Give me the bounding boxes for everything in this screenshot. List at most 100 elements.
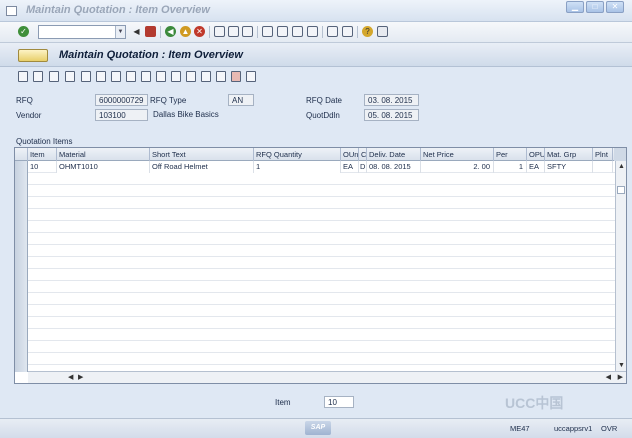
table-row[interactable] [28, 353, 615, 365]
col-material[interactable]: Material [57, 148, 150, 161]
cell-oun[interactable]: EA [341, 161, 359, 173]
status-transaction[interactable]: ME47 [507, 423, 533, 435]
copy-icon[interactable] [96, 71, 106, 82]
col-mat-grp[interactable]: Mat. Grp [545, 148, 593, 161]
col-net-price[interactable]: Net Price [421, 148, 494, 161]
scroll-right-icon[interactable]: ▶ [618, 373, 623, 383]
table-row[interactable] [28, 317, 615, 329]
scroll-right-small-icon[interactable]: ▶ [78, 373, 83, 383]
col-per[interactable]: Per [494, 148, 527, 161]
scroll-left-end-icon[interactable]: ◀ [606, 373, 611, 383]
cell-opu[interactable]: EA [527, 161, 545, 173]
table-row[interactable] [28, 173, 615, 185]
minimize-button[interactable]: ▁ [566, 1, 584, 13]
toolbar-separator [357, 26, 358, 38]
print-preview-icon[interactable] [141, 71, 151, 82]
status-bar: SAP ME47 uccappsrv1 OVR [0, 418, 632, 438]
maximize-button[interactable]: □ [586, 1, 604, 13]
table-row[interactable] [28, 221, 615, 233]
messages-icon[interactable] [186, 71, 196, 82]
cell-mat-grp[interactable]: SFTY [545, 161, 593, 173]
help-icon[interactable]: ? [362, 26, 373, 37]
back-icon[interactable]: ◀ [165, 26, 176, 37]
table-header: Item Material Short Text RFQ Quantity OU… [15, 148, 626, 161]
cell-per[interactable]: 1 [494, 161, 527, 173]
vertical-scrollbar[interactable]: ▲ ▼ [615, 161, 626, 372]
table-row[interactable] [28, 257, 615, 269]
first-page-icon[interactable] [262, 26, 273, 37]
table-row[interactable] [28, 197, 615, 209]
settings-icon[interactable] [246, 71, 256, 82]
col-c[interactable]: C [359, 148, 367, 161]
layout-icon[interactable] [377, 26, 388, 37]
table-row[interactable] [28, 185, 615, 197]
cancel-icon[interactable]: ✕ [194, 26, 205, 37]
chevron-down-icon[interactable]: ▼ [115, 26, 125, 38]
deselect-icon[interactable] [126, 71, 136, 82]
table-settings-icon[interactable] [614, 148, 626, 161]
table-row[interactable] [28, 305, 615, 317]
col-rfq-quantity[interactable]: RFQ Quantity [254, 148, 341, 161]
menu-button[interactable] [18, 49, 48, 62]
overview-icon[interactable] [18, 71, 28, 82]
find-icon[interactable] [228, 26, 239, 37]
item-position-label: Item [275, 398, 291, 407]
col-deliv-date[interactable]: Deliv. Date [367, 148, 421, 161]
cell-short-text[interactable]: Off Road Helmet [150, 161, 254, 173]
table-row[interactable] [28, 341, 615, 353]
cell-item[interactable]: 10 [28, 161, 57, 173]
select-all-icon[interactable] [111, 71, 121, 82]
enter-icon[interactable]: ✓ [18, 26, 29, 37]
table-row[interactable] [28, 233, 615, 245]
header-details-icon[interactable] [33, 71, 43, 82]
table-row[interactable] [28, 293, 615, 305]
item-details-icon[interactable] [49, 71, 59, 82]
vendor-icon[interactable] [216, 71, 226, 82]
command-field[interactable]: ▼ [38, 25, 126, 39]
next-page-icon[interactable] [292, 26, 303, 37]
col-item[interactable]: Item [28, 148, 57, 161]
edit-icon[interactable] [201, 71, 211, 82]
save-icon[interactable] [145, 26, 156, 37]
table-row[interactable] [28, 209, 615, 221]
status-mode[interactable]: OVR [598, 423, 620, 435]
select-all-rows[interactable] [15, 148, 28, 161]
scroll-down-icon[interactable]: ▼ [618, 361, 625, 371]
table-row[interactable] [28, 329, 615, 341]
table-row[interactable] [28, 245, 615, 257]
shortcut-icon[interactable] [342, 26, 353, 37]
conditions-icon[interactable] [171, 71, 181, 82]
new-item-icon[interactable] [65, 71, 75, 82]
texts-icon[interactable] [156, 71, 166, 82]
row-selector-column[interactable] [15, 161, 28, 372]
cell-rfq-quantity[interactable]: 1 [254, 161, 341, 173]
scroll-up-icon[interactable]: ▲ [618, 162, 625, 172]
col-opu[interactable]: OPU [527, 148, 545, 161]
scroll-left-icon[interactable]: ◀ [68, 373, 73, 383]
last-page-icon[interactable] [307, 26, 318, 37]
exit-icon[interactable]: ▲ [180, 26, 191, 37]
table-row[interactable] [28, 269, 615, 281]
print-icon[interactable] [214, 26, 225, 37]
delete-icon[interactable] [81, 71, 91, 82]
status-icon[interactable] [231, 71, 241, 82]
col-short-text[interactable]: Short Text [150, 148, 254, 161]
horizontal-scrollbar[interactable]: ◀ ▶ ◀ ▶ [28, 371, 626, 383]
cell-deliv-date[interactable]: 08. 08. 2015 [367, 161, 421, 173]
close-button[interactable]: ✕ [606, 1, 624, 13]
cell-plnt[interactable] [593, 161, 613, 173]
col-oun[interactable]: OUn [341, 148, 359, 161]
cell-net-price[interactable]: 2. 00 [421, 161, 494, 173]
scroll-thumb[interactable] [617, 186, 625, 194]
back-arrow-icon[interactable]: ◀ [131, 26, 142, 37]
new-session-icon[interactable] [327, 26, 338, 37]
find-next-icon[interactable] [242, 26, 253, 37]
cell-c[interactable]: D [359, 161, 367, 173]
cell-material[interactable]: OHMT1010 [57, 161, 150, 173]
previous-page-icon[interactable] [277, 26, 288, 37]
toolbar-separator [257, 26, 258, 38]
table-row[interactable]: 10 OHMT1010 Off Road Helmet 1 EA D 08. 0… [28, 161, 615, 173]
table-row[interactable] [28, 281, 615, 293]
col-plnt[interactable]: Plnt [593, 148, 613, 161]
item-position-input[interactable]: 10 [324, 396, 354, 408]
